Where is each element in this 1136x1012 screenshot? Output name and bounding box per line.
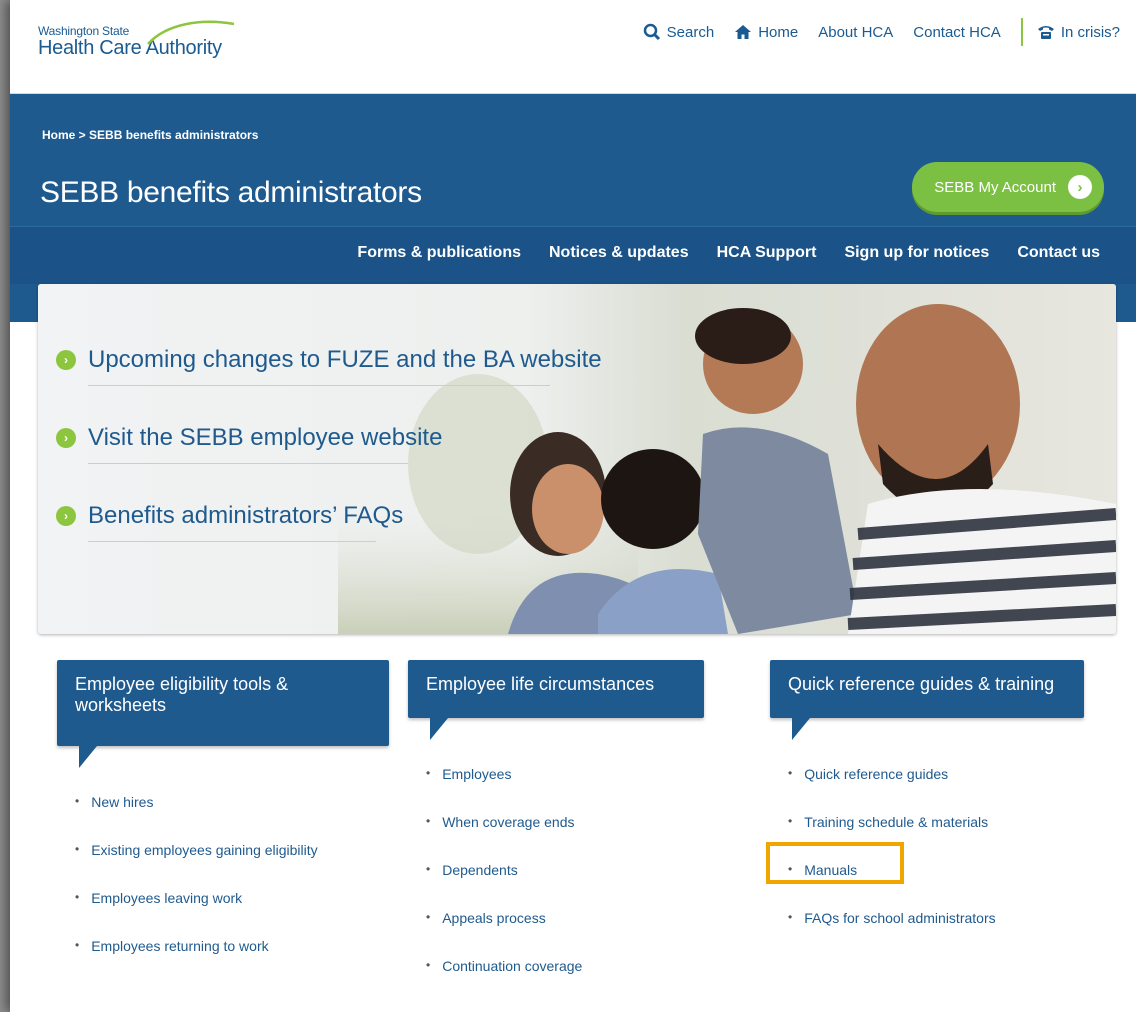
- about-hca-label: About HCA: [818, 23, 894, 41]
- link-quick-reference-guides[interactable]: • Quick reference guides: [788, 766, 1084, 814]
- bullet: •: [75, 890, 80, 904]
- promo-divider: [88, 385, 550, 386]
- bullet: •: [75, 938, 80, 952]
- list-item-label: Dependents: [442, 862, 518, 878]
- hca-logo[interactable]: Washington State Health Care Authority: [38, 20, 235, 60]
- search-link[interactable]: Search: [643, 23, 715, 41]
- chevron-right-icon: ›: [1068, 175, 1092, 199]
- list-item-label: Appeals process: [442, 910, 546, 926]
- bullet: •: [426, 910, 431, 924]
- bullet: •: [426, 814, 431, 828]
- main-nav: Forms & publications Notices & updates H…: [10, 226, 1136, 284]
- list-item-label: Training schedule & materials: [804, 814, 989, 830]
- bullet: •: [788, 910, 793, 924]
- eligibility-tools-column: Employee eligibility tools & worksheets …: [57, 660, 389, 986]
- sebb-my-account-button[interactable]: SEBB My Account ›: [912, 162, 1104, 212]
- nav-sign-up-notices[interactable]: Sign up for notices: [844, 244, 989, 262]
- list-item-label: Continuation coverage: [442, 958, 583, 974]
- link-when-coverage-ends[interactable]: • When coverage ends: [426, 814, 704, 862]
- promo-employee-website[interactable]: › Visit the SEBB employee website: [56, 424, 443, 464]
- promo-employee-label: Visit the SEBB employee website: [88, 424, 443, 451]
- nav-hca-support[interactable]: HCA Support: [717, 244, 817, 262]
- chevron-circle-icon: ›: [56, 506, 76, 526]
- heading-line1: Quick reference guides & training: [788, 674, 1055, 694]
- list-item-label: Existing employees gaining eligibility: [91, 842, 318, 858]
- about-hca-link[interactable]: About HCA: [818, 24, 893, 41]
- phone-icon: [1037, 26, 1054, 39]
- search-label: Search: [666, 23, 715, 41]
- list-item-label: Employees leaving work: [91, 890, 243, 906]
- family-photo: [38, 284, 1116, 634]
- hero-banner: › Upcoming changes to FUZE and the BA we…: [38, 284, 1116, 634]
- life-circumstances-heading[interactable]: Employee life circumstances: [408, 660, 704, 740]
- quick-reference-heading[interactable]: Quick reference guides & training: [770, 660, 1084, 740]
- bullet: •: [426, 958, 431, 972]
- promo-fuze-changes[interactable]: › Upcoming changes to FUZE and the BA we…: [56, 346, 602, 386]
- bullet: •: [75, 842, 80, 856]
- top-bar: Washington State Health Care Authority S…: [10, 0, 1136, 94]
- bullet: •: [426, 766, 431, 780]
- bullet: •: [788, 814, 793, 828]
- quick-reference-column: Quick reference guides & training • Quick…: [770, 660, 1084, 958]
- utility-nav: Search Home About HCA Contact HCA In cri…: [623, 18, 1120, 46]
- link-new-hires[interactable]: • New hires: [75, 794, 389, 842]
- manuals-highlight-box: [766, 842, 904, 884]
- home-label: Home: [758, 23, 799, 41]
- bullet: •: [75, 794, 80, 808]
- heading-line1: Employee life circumstances: [426, 674, 655, 694]
- list-item-label: FAQs for school administrators: [804, 910, 996, 926]
- contact-hca-link[interactable]: Contact HCA: [913, 24, 1001, 41]
- link-employees-leaving[interactable]: • Employees leaving work: [75, 890, 389, 938]
- browser-page: Washington State Health Care Authority S…: [10, 0, 1136, 1012]
- promo-ba-faqs[interactable]: › Benefits administrators’ FAQs: [56, 502, 404, 542]
- heading-line2: worksheets: [75, 695, 167, 715]
- crisis-link[interactable]: In crisis?: [1037, 24, 1120, 41]
- promo-divider: [88, 541, 376, 542]
- promo-faqs-label: Benefits administrators’ FAQs: [88, 502, 404, 529]
- home-icon: [735, 25, 752, 39]
- link-employees[interactable]: • Employees: [426, 766, 704, 814]
- eligibility-tools-heading[interactable]: Employee eligibility tools & worksheets: [57, 660, 389, 768]
- page-title: SEBB benefits administrators: [40, 176, 422, 209]
- contact-hca-label: Contact HCA: [913, 23, 1001, 41]
- promo-divider: [88, 463, 408, 464]
- link-appeals-process[interactable]: • Appeals process: [426, 910, 704, 958]
- list-item-label: Quick reference guides: [804, 766, 949, 782]
- home-link[interactable]: Home: [734, 24, 798, 41]
- callout-tail: [792, 718, 810, 740]
- list-item-label: Employees: [442, 766, 512, 782]
- account-button-label: SEBB My Account: [934, 178, 1056, 196]
- link-employees-returning[interactable]: • Employees returning to work: [75, 938, 389, 986]
- bullet: •: [426, 862, 431, 876]
- callout-tail: [430, 718, 448, 740]
- chevron-circle-icon: ›: [56, 350, 76, 370]
- logo-swoosh-icon: [147, 20, 235, 45]
- nav-contact-us[interactable]: Contact us: [1017, 244, 1100, 262]
- bullet: •: [788, 766, 793, 780]
- crisis-label: In crisis?: [1060, 23, 1120, 41]
- link-existing-employees[interactable]: • Existing employees gaining eligibility: [75, 842, 389, 890]
- promo-fuze-label: Upcoming changes to FUZE and the BA webs…: [88, 346, 602, 373]
- nav-notices-updates[interactable]: Notices & updates: [549, 244, 689, 262]
- link-continuation-coverage[interactable]: • Continuation coverage: [426, 958, 704, 1006]
- search-icon: [643, 23, 660, 41]
- heading-line1: Employee eligibility tools &: [75, 674, 289, 694]
- callout-tail: [79, 746, 97, 768]
- nav-separator: [1020, 18, 1023, 46]
- list-item-label: Employees returning to work: [91, 938, 269, 954]
- chevron-circle-icon: ›: [56, 428, 76, 448]
- link-dependents[interactable]: • Dependents: [426, 862, 704, 910]
- nav-forms-publications[interactable]: Forms & publications: [357, 244, 521, 262]
- life-circumstances-column: Employee life circumstances • Employees •…: [408, 660, 704, 1006]
- list-item-label: When coverage ends: [442, 814, 575, 830]
- link-faqs-school-admins[interactable]: • FAQs for school administrators: [788, 910, 1084, 958]
- list-item-label: New hires: [91, 794, 154, 810]
- breadcrumb[interactable]: Home > SEBB benefits administrators: [42, 128, 258, 142]
